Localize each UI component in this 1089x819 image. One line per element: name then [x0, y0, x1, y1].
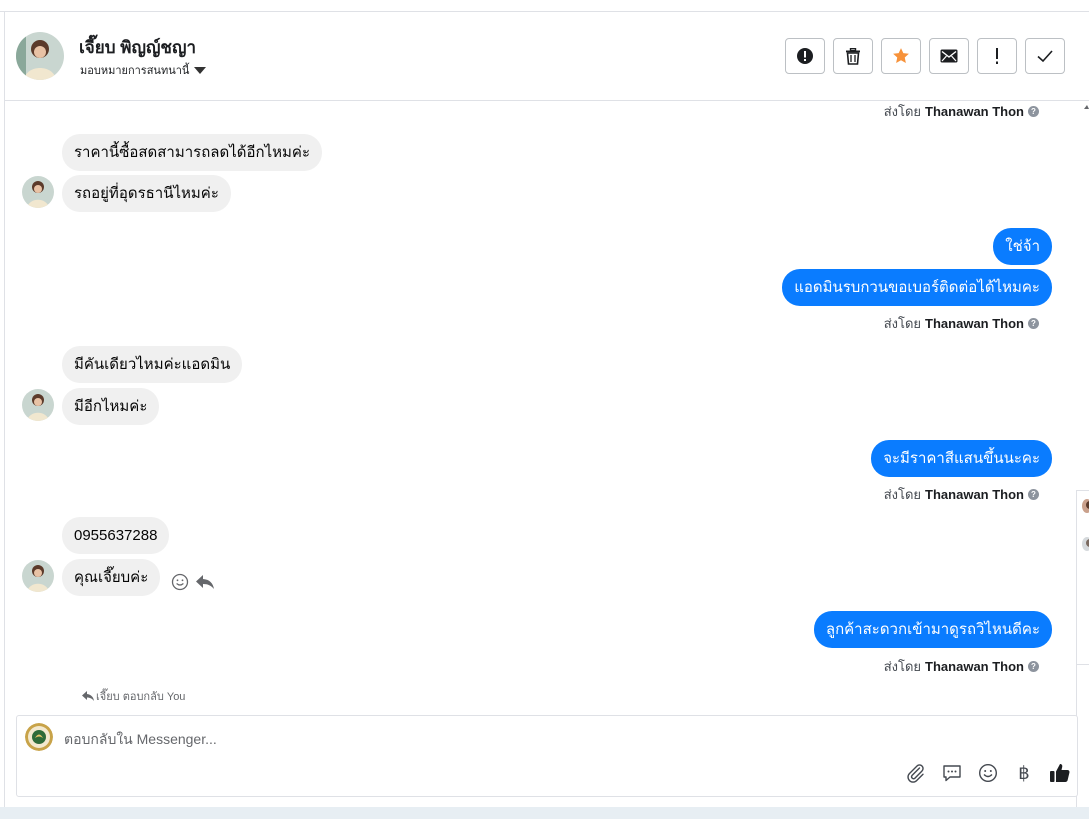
- thumbs-up-icon: [1050, 764, 1070, 782]
- like-button[interactable]: [1049, 762, 1071, 784]
- checkmark-icon: [1037, 50, 1053, 63]
- baht-icon: ฿: [1018, 762, 1030, 784]
- conversation-header: เจี๊ยบ พิญญ์ชญา มอบหมายการสนทนานี้: [5, 13, 1089, 101]
- incoming-message[interactable]: ราคานี้ซื้อสดสามารถลดได้อีกไหมค่ะ: [62, 134, 323, 171]
- bottom-strip: [0, 807, 1089, 819]
- assign-label: มอบหมายการสนทนานี้: [80, 65, 190, 77]
- page-avatar: [25, 723, 53, 751]
- reply-composer: ฿: [16, 715, 1078, 797]
- star-button[interactable]: [881, 38, 921, 74]
- message-hover-tools: [171, 573, 215, 591]
- assign-conversation-dropdown[interactable]: มอบหมายการสนทนานี้: [80, 61, 207, 79]
- outgoing-message[interactable]: แอดมินรบกวนขอเบอร์ติดต่อได้ไหมคะ: [782, 269, 1052, 306]
- reply-icon[interactable]: [195, 573, 215, 591]
- message-input[interactable]: [64, 728, 864, 750]
- saved-replies-button[interactable]: [941, 762, 963, 784]
- contact-avatar-small: [22, 176, 54, 208]
- star-icon: [893, 48, 909, 64]
- mark-done-button[interactable]: [1025, 38, 1065, 74]
- page-top-border: [0, 0, 1089, 12]
- help-icon[interactable]: ?: [1028, 489, 1039, 500]
- incoming-message[interactable]: รถอยู่ที่อุดรธานีไหมค่ะ: [62, 175, 231, 212]
- reply-arrow-icon: [82, 691, 94, 701]
- side-avatar[interactable]: [1082, 537, 1089, 551]
- outgoing-message[interactable]: จะมีราคาสีแสนขึ้นนะคะ: [871, 440, 1052, 477]
- envelope-icon: [940, 49, 958, 63]
- outgoing-message[interactable]: ใช่จ้า: [993, 228, 1052, 265]
- trash-icon: [846, 47, 860, 65]
- incoming-message[interactable]: มีคันเดียวไหมค่ะแอดมิน: [62, 346, 243, 383]
- delete-button[interactable]: [833, 38, 873, 74]
- side-avatar[interactable]: [1082, 499, 1089, 513]
- emoji-icon: [978, 763, 998, 783]
- composer-tools: ฿: [905, 762, 1071, 784]
- saved-reply-icon: [943, 765, 961, 782]
- header-actions: [785, 38, 1065, 74]
- mark-spam-button[interactable]: [785, 38, 825, 74]
- exclamation-icon: [996, 48, 998, 64]
- message-thread[interactable]: ส่งโดย Thanawan Thon ? ราคานี้ซื้อสดสามา…: [5, 101, 1075, 713]
- scroll-up-icon[interactable]: [1083, 101, 1089, 113]
- sent-by-label: ส่งโดย Thanawan Thon ?: [884, 484, 1039, 505]
- contact-avatar[interactable]: [16, 32, 64, 80]
- sent-by-label: ส่งโดย Thanawan Thon ?: [884, 313, 1039, 334]
- help-icon[interactable]: ?: [1028, 661, 1039, 672]
- attach-button[interactable]: [905, 762, 927, 784]
- incoming-message[interactable]: 0955637288: [62, 517, 170, 554]
- help-icon[interactable]: ?: [1028, 106, 1039, 117]
- emoji-button[interactable]: [977, 762, 999, 784]
- reply-indicator: เจี๊ยบ ตอบกลับ You: [82, 687, 185, 705]
- follow-up-button[interactable]: [977, 38, 1017, 74]
- react-emoji-icon[interactable]: [171, 573, 189, 591]
- sent-by-label: ส่งโดย Thanawan Thon ?: [884, 101, 1039, 122]
- help-icon[interactable]: ?: [1028, 318, 1039, 329]
- alert-circle-icon: [797, 48, 813, 64]
- outgoing-message[interactable]: ลูกค้าสะดวกเข้ามาดูรถวิไหนดีคะ: [813, 611, 1052, 648]
- incoming-message[interactable]: มีอีกไหมค่ะ: [62, 388, 160, 425]
- contact-avatar-small: [22, 389, 54, 421]
- side-conversation-list[interactable]: [1076, 490, 1089, 665]
- contact-avatar-small: [22, 560, 54, 592]
- caret-down-icon: [194, 66, 207, 74]
- incoming-message[interactable]: คุณเจี๊ยบค่ะ: [62, 559, 161, 596]
- mark-unread-button[interactable]: [929, 38, 969, 74]
- payment-button[interactable]: ฿: [1013, 762, 1035, 784]
- sent-by-label: ส่งโดย Thanawan Thon ?: [884, 656, 1039, 677]
- contact-name: เจี๊ยบ พิญญ์ชญา: [79, 38, 196, 57]
- paperclip-icon: [907, 764, 924, 783]
